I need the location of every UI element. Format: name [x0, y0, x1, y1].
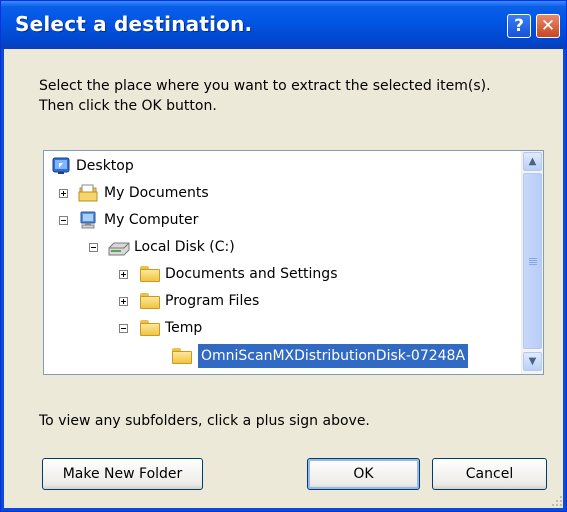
collapse-minus-icon[interactable]	[119, 324, 128, 333]
scroll-down-button[interactable]: ▼	[523, 352, 542, 371]
subfolder-hint: To view any subfolders, click a plus sig…	[39, 413, 370, 429]
select-destination-dialog: Select a destination. ? ✕ Select the pla…	[0, 0, 567, 512]
title-bar[interactable]: Select a destination. ? ✕	[1, 1, 566, 49]
tree-scrollbar[interactable]: ▲ ▼	[521, 151, 543, 374]
tree-item-my-computer[interactable]: My Computer	[44, 208, 514, 232]
local-disk-icon	[107, 240, 131, 264]
tree-item-label: Program Files	[165, 293, 260, 309]
window-frame-left	[1, 49, 4, 511]
ok-button[interactable]: OK	[307, 458, 420, 490]
close-button[interactable]: ✕	[536, 14, 560, 38]
desktop-icon	[52, 157, 70, 183]
instruction-line-2: Then click the OK button.	[39, 98, 217, 114]
grip-line	[529, 262, 537, 263]
make-new-folder-button[interactable]: Make New Folder	[42, 458, 203, 490]
expand-plus-icon[interactable]	[119, 270, 128, 279]
tree-item-label: Local Disk (C:)	[134, 239, 235, 255]
resize-grip[interactable]	[549, 494, 563, 508]
cancel-button[interactable]: Cancel	[432, 458, 547, 490]
collapse-minus-icon[interactable]	[59, 216, 68, 225]
tree-item-program-files[interactable]: Program Files	[44, 289, 514, 313]
tree-item-label: My Computer	[104, 212, 199, 228]
tree-item-label: My Documents	[104, 185, 209, 201]
collapse-minus-icon[interactable]	[89, 243, 98, 252]
grip-line	[529, 264, 537, 265]
folder-tree[interactable]: Desktop My Documents My Computer Local D…	[43, 150, 544, 375]
instruction-line-1: Select the place where you want to extra…	[39, 78, 491, 94]
tree-item-desktop[interactable]: Desktop	[44, 154, 514, 178]
tree-item-label: Temp	[165, 320, 203, 336]
tree-item-my-documents[interactable]: My Documents	[44, 181, 514, 205]
scroll-up-button[interactable]: ▲	[523, 152, 542, 171]
expand-plus-icon[interactable]	[119, 297, 128, 306]
tree-item-label: Documents and Settings	[165, 266, 338, 282]
folder-icon	[172, 348, 192, 364]
window-frame-right	[563, 49, 566, 511]
grip-line	[529, 260, 537, 261]
help-button[interactable]: ?	[507, 14, 531, 38]
tree-item-label-selected: OmniScanMXDistributionDisk-07248A	[196, 343, 470, 369]
tree-item-documents-and-settings[interactable]: Documents and Settings	[44, 262, 514, 286]
window-frame-bottom	[1, 508, 566, 511]
folder-icon	[140, 266, 160, 282]
instruction-text: Select the place where you want to extra…	[39, 76, 549, 116]
folder-icon	[140, 293, 160, 309]
dialog-title: Select a destination.	[15, 12, 253, 36]
grip-line	[529, 258, 537, 259]
tree-item-label: Desktop	[76, 158, 134, 174]
my-computer-icon	[78, 211, 98, 237]
my-documents-icon	[78, 184, 98, 210]
tree-item-local-disk[interactable]: Local Disk (C:)	[44, 235, 514, 259]
tree-item-omniscan-folder[interactable]: OmniScanMXDistributionDisk-07248A	[44, 343, 514, 369]
folder-icon	[140, 320, 160, 336]
expand-plus-icon[interactable]	[59, 189, 68, 198]
scroll-thumb[interactable]	[523, 173, 542, 349]
tree-item-temp[interactable]: Temp	[44, 316, 514, 340]
